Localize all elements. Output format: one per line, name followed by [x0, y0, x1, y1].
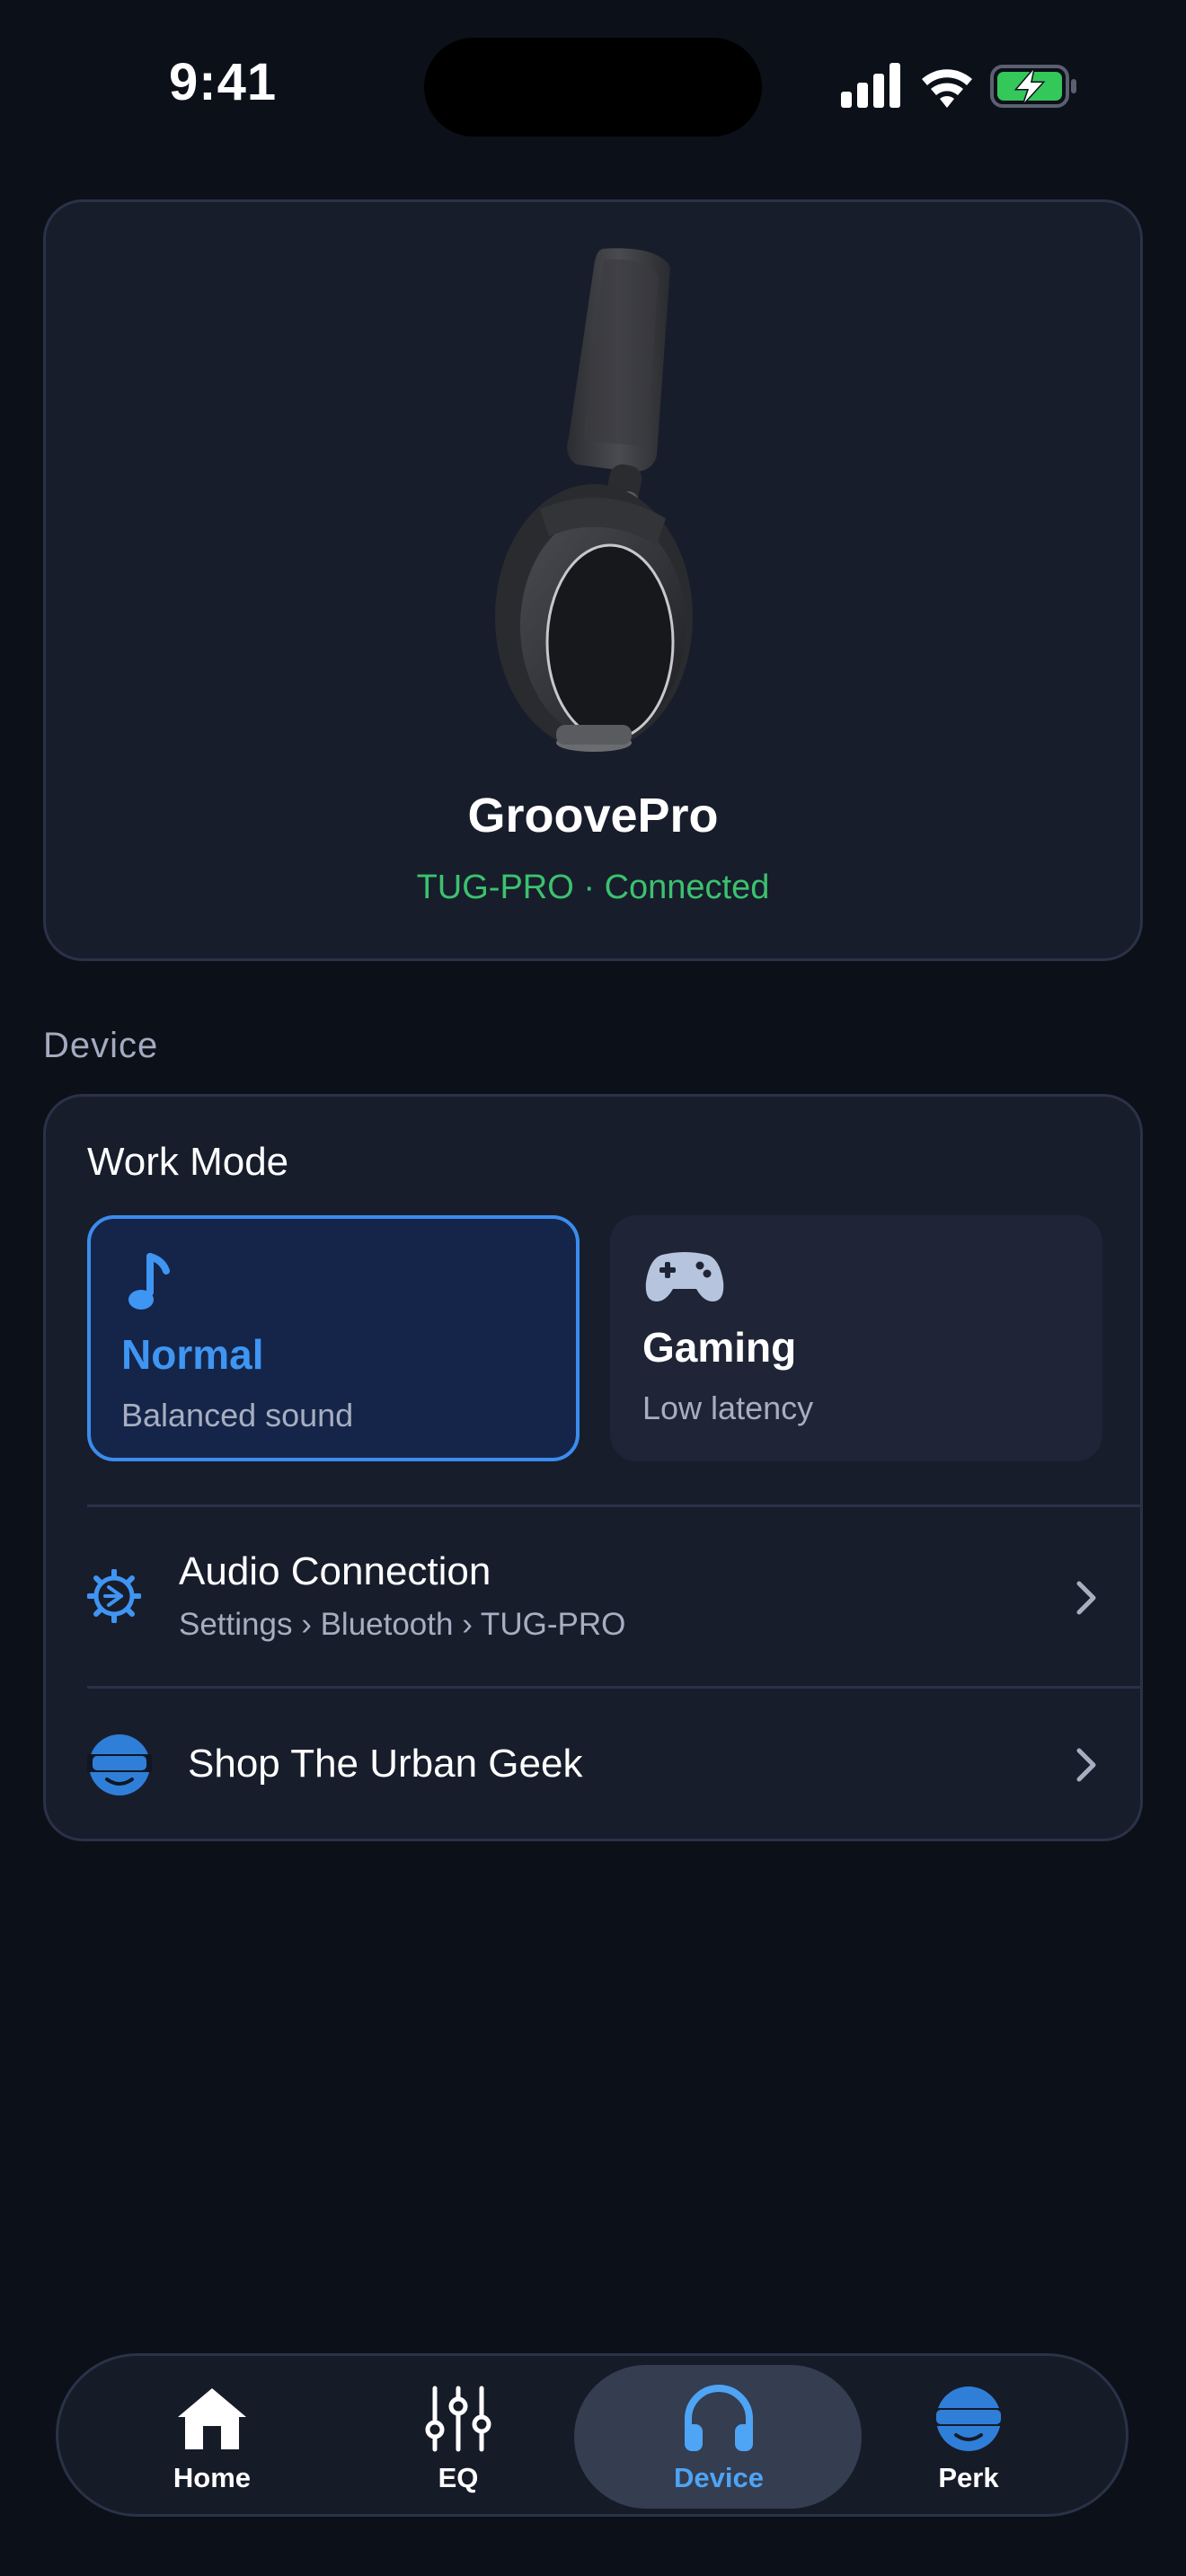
divider: [87, 1504, 1140, 1507]
mode-normal-button[interactable]: Normal Balanced sound: [87, 1215, 580, 1461]
tab-eq[interactable]: EQ: [328, 2356, 589, 2514]
tab-perk-label: Perk: [938, 2462, 999, 2493]
device-settings-card: Work Mode Normal Balanced sound Gaming L…: [43, 1094, 1143, 1841]
music-note-icon: [128, 1253, 170, 1310]
dynamic-island: [424, 38, 762, 137]
audio-connection-title: Audio Connection: [179, 1549, 491, 1593]
work-mode-title: Work Mode: [87, 1140, 289, 1184]
device-hero-card: GroovePro TUG-PRO · Connected: [43, 199, 1143, 961]
tab-perk[interactable]: Perk: [838, 2356, 1099, 2514]
device-name: GroovePro: [467, 789, 719, 842]
divider: [87, 1686, 1140, 1689]
chevron-right-icon: [1076, 1748, 1096, 1782]
mode-gaming-title: Gaming: [642, 1324, 797, 1371]
headphones-product-image: [495, 248, 693, 752]
headphones-icon: [685, 2385, 753, 2451]
audio-connection-row[interactable]: Audio Connection Settings › Bluetooth › …: [46, 1508, 1140, 1688]
status-icons: [841, 63, 1076, 108]
mode-gaming-subtitle: Low latency: [642, 1389, 814, 1426]
connection-status: TUG-PRO · Connected: [416, 869, 770, 906]
gamepad-icon: [645, 1252, 724, 1301]
tab-home[interactable]: Home: [82, 2356, 342, 2514]
home-icon: [178, 2388, 246, 2449]
mode-normal-title: Normal: [121, 1331, 264, 1378]
mode-normal-subtitle: Balanced sound: [121, 1397, 354, 1434]
tab-eq-label: EQ: [438, 2462, 479, 2493]
tab-device[interactable]: Device: [589, 2356, 849, 2514]
status-time: 9:41: [169, 53, 278, 111]
tab-home-label: Home: [173, 2462, 252, 2493]
cellular-signal-icon: [841, 63, 900, 108]
tab-device-label: Device: [674, 2462, 764, 2493]
audio-connection-path: Settings › Bluetooth › TUG-PRO: [179, 1607, 626, 1642]
chevron-right-icon: [1076, 1581, 1096, 1615]
battery-charging-icon: [990, 65, 1076, 108]
connection-gear-icon: [87, 1569, 141, 1623]
urban-geek-logo-icon: [931, 2386, 1006, 2451]
wifi-icon: [922, 69, 972, 108]
mode-gaming-button[interactable]: Gaming Low latency: [610, 1215, 1102, 1461]
shop-title: Shop The Urban Geek: [188, 1742, 583, 1786]
urban-geek-logo-icon: [87, 1734, 152, 1795]
shop-urban-geek-row[interactable]: Shop The Urban Geek: [46, 1689, 1140, 1839]
tab-bar: Home EQ Device Perk: [56, 2353, 1128, 2517]
section-label-device: Device: [43, 1026, 159, 1065]
equalizer-sliders-icon: [425, 2386, 491, 2452]
device-screen: 9:41 GroovePro TUG-PRO · Connected Devic…: [0, 0, 1186, 2576]
